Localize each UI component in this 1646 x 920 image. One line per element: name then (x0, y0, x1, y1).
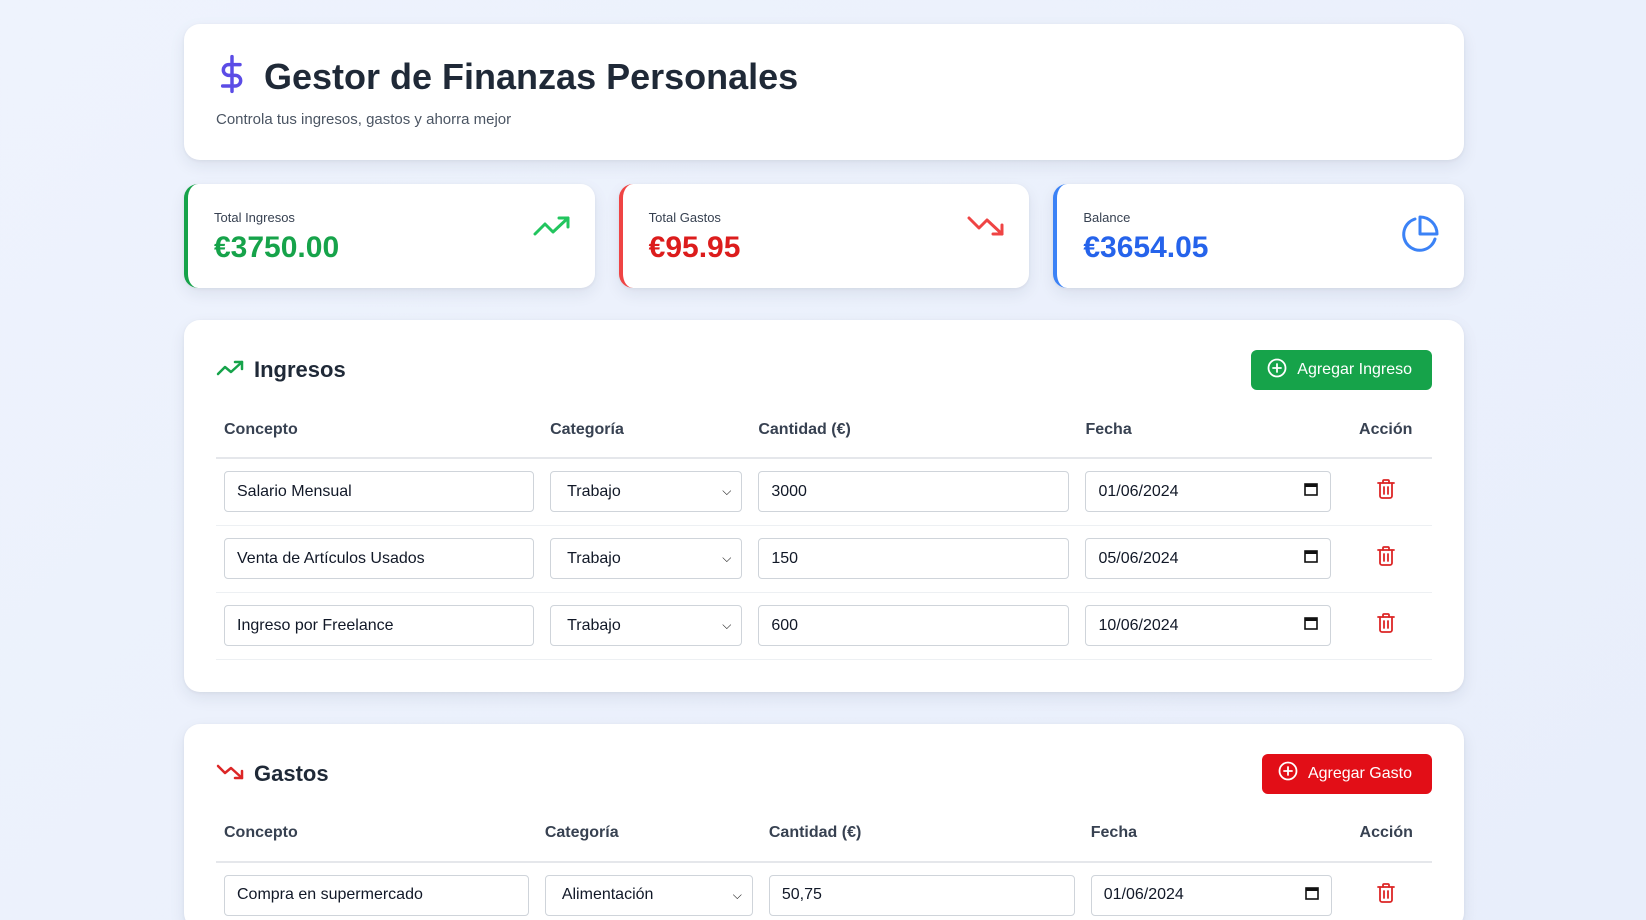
total-expenses-value: €95.95 (648, 231, 741, 264)
column-header: Cantidad (€) (750, 414, 1078, 459)
plus-circle-icon (1267, 358, 1287, 383)
balance-card: Balance €3654.05 (1053, 184, 1465, 288)
expenses-title-text: Gastos (254, 760, 329, 786)
table-row: Venta de Artículos Usados Trabajo ⌵ 150 0… (216, 525, 1432, 593)
column-header: Fecha (1077, 414, 1340, 459)
column-header: Concepto (216, 817, 537, 863)
amount-input[interactable]: 3000 (758, 471, 1070, 513)
dollar-icon (216, 54, 248, 99)
expenses-table: Concepto Categoría Cantidad (€) Fecha Ac… (216, 817, 1432, 920)
column-header: Categoría (536, 817, 761, 863)
income-panel-header: Ingresos Agregar Ingreso (216, 350, 1432, 390)
expenses-table-header: Concepto Categoría Cantidad (€) Fecha Ac… (216, 817, 1432, 863)
income-title-text: Ingresos (254, 357, 346, 382)
amount-input[interactable]: 50,75 (768, 874, 1075, 916)
date-value: 05/06/2024 (1098, 549, 1179, 567)
calendar-icon[interactable] (1304, 616, 1319, 635)
trash-icon (1376, 613, 1395, 638)
trending-down-icon (216, 761, 244, 787)
expenses-title: Gastos (216, 761, 329, 787)
plus-circle-icon (1278, 761, 1298, 786)
pie-chart-icon (1400, 214, 1440, 259)
chevron-down-icon: ⌵ (722, 551, 732, 565)
total-expenses-card: Total Gastos €95.95 (618, 184, 1030, 288)
summary-row: Total Ingresos €3750.00 Total Gastos €95… (184, 184, 1465, 288)
concept-input[interactable]: Compra en supermercado (224, 874, 529, 916)
category-select[interactable]: Trabajo ⌵ (550, 538, 743, 579)
amount-input[interactable]: 150 (758, 538, 1070, 579)
amount-input[interactable]: 600 (758, 605, 1070, 646)
income-table-header: Concepto Categoría Cantidad (€) Fecha Ac… (216, 414, 1432, 459)
add-expense-button[interactable]: Agregar Gasto (1261, 753, 1432, 794)
category-value: Trabajo (567, 549, 621, 567)
chevron-down-icon: ⌵ (722, 484, 732, 499)
category-value: Trabajo (567, 616, 621, 634)
column-header: Acción (1339, 414, 1432, 459)
table-row: Compra en supermercado Alimentación ⌵ 50,… (216, 861, 1432, 920)
date-value: 01/06/2024 (1098, 482, 1179, 500)
income-title: Ingresos (216, 357, 346, 383)
income-panel: Ingresos Agregar Ingreso Concepto Catego… (184, 320, 1464, 692)
add-income-button[interactable]: Agregar Ingreso (1251, 350, 1432, 390)
header-card: Gestor de Finanzas Personales Controla t… (184, 24, 1464, 160)
date-value: 10/06/2024 (1098, 616, 1179, 634)
delete-button[interactable] (1348, 882, 1424, 908)
table-row: Ingreso por Freelance Trabajo ⌵ 600 10/06… (216, 592, 1432, 660)
date-input[interactable]: 01/06/2024 (1085, 471, 1332, 513)
chevron-down-icon: ⌵ (732, 887, 742, 902)
date-input[interactable]: 10/06/2024 (1085, 605, 1332, 646)
column-header: Acción (1340, 817, 1432, 863)
category-value: Trabajo (567, 482, 621, 500)
header-title-row: Gestor de Finanzas Personales (216, 54, 1432, 99)
category-value: Alimentación (561, 886, 654, 904)
calendar-icon[interactable] (1304, 549, 1319, 568)
total-income-label: Total Ingresos (214, 210, 295, 225)
balance-label: Balance (1083, 210, 1131, 225)
concept-input[interactable]: Salario Mensual (224, 471, 535, 513)
date-input[interactable]: 01/06/2024 (1090, 874, 1333, 916)
total-expenses-label: Total Gastos (648, 210, 721, 225)
trending-up-icon (216, 357, 244, 383)
chevron-down-icon: ⌵ (722, 618, 732, 632)
delete-button[interactable] (1347, 546, 1424, 571)
calendar-icon[interactable] (1305, 886, 1320, 905)
expenses-panel-header: Gastos Agregar Gasto (216, 753, 1432, 794)
category-select[interactable]: Alimentación ⌵ (544, 874, 753, 916)
page-title: Gestor de Finanzas Personales (264, 55, 799, 97)
expenses-panel: Gastos Agregar Gasto Concepto Categoría … (184, 723, 1464, 920)
column-header: Categoría (542, 414, 751, 459)
delete-button[interactable] (1347, 479, 1424, 504)
trending-down-icon (967, 214, 1005, 245)
income-table: Concepto Categoría Cantidad (€) Fecha Ac… (216, 414, 1432, 660)
add-expense-label: Agregar Gasto (1307, 764, 1412, 782)
delete-button[interactable] (1347, 613, 1424, 638)
page-subtitle: Controla tus ingresos, gastos y ahorra m… (216, 111, 512, 128)
column-header: Cantidad (€) (760, 817, 1083, 863)
trending-up-icon (533, 214, 571, 245)
column-header: Fecha (1082, 817, 1341, 863)
category-select[interactable]: Trabajo ⌵ (550, 471, 743, 513)
app-container: Gestor de Finanzas Personales Controla t… (184, 24, 1465, 920)
add-income-label: Agregar Ingreso (1297, 361, 1412, 378)
trash-icon (1376, 546, 1395, 571)
total-income-value: €3750.00 (214, 231, 340, 264)
column-header: Concepto (216, 414, 543, 459)
total-income-card: Total Ingresos €3750.00 (184, 184, 595, 288)
concept-input[interactable]: Venta de Artículos Usados (224, 538, 535, 579)
trash-icon (1377, 882, 1396, 908)
table-row: Salario Mensual Trabajo ⌵ 3000 01/06/2024 (216, 458, 1432, 526)
concept-input[interactable]: Ingreso por Freelance (224, 605, 535, 646)
category-select[interactable]: Trabajo ⌵ (550, 605, 743, 646)
date-input[interactable]: 05/06/2024 (1085, 538, 1332, 579)
date-value: 01/06/2024 (1103, 886, 1184, 904)
trash-icon (1376, 479, 1395, 504)
calendar-icon[interactable] (1304, 482, 1319, 501)
balance-value: €3654.05 (1083, 231, 1209, 264)
